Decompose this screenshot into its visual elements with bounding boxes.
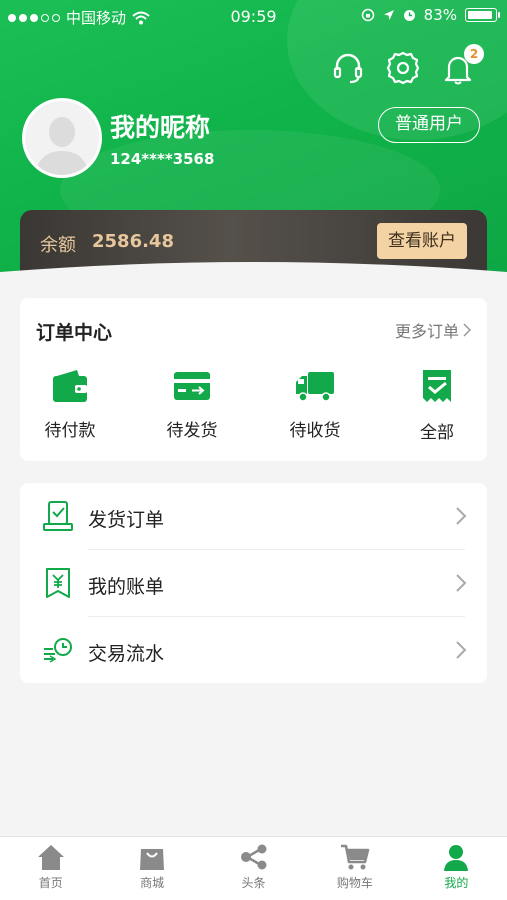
transaction-flow-icon bbox=[44, 638, 72, 663]
balance-value: 2586.48 bbox=[92, 231, 174, 252]
delivery-order-icon bbox=[43, 501, 73, 531]
bill-icon bbox=[46, 568, 70, 598]
order-item-label: 待收货 bbox=[289, 421, 341, 441]
location-icon bbox=[383, 10, 394, 20]
bottom-tab-bar: 首页 商城 头条 购物车 我的 bbox=[0, 836, 507, 900]
tab-label: 首页 bbox=[38, 876, 63, 890]
customer-service-icon[interactable] bbox=[330, 50, 366, 86]
menu-item-label: 发货订单 bbox=[88, 509, 165, 531]
order-pending-payment[interactable]: 待付款 bbox=[25, 368, 115, 441]
more-orders-label: 更多订单 bbox=[394, 322, 459, 341]
checklist-icon bbox=[423, 370, 451, 402]
menu-card: 发货订单 我的账单 交易流水 bbox=[20, 483, 487, 683]
battery-percent: 83% bbox=[423, 6, 457, 24]
notification-badge: 2 bbox=[464, 44, 484, 64]
avatar[interactable] bbox=[22, 98, 102, 178]
balance-label: 余额 bbox=[40, 235, 76, 256]
tab-label: 购物车 bbox=[336, 876, 373, 890]
wallet-icon bbox=[53, 370, 87, 402]
menu-item-label: 交易流水 bbox=[88, 643, 165, 665]
order-center-card: 订单中心 更多订单 待付款 待发货 待收货 全部 bbox=[20, 298, 487, 461]
order-item-label: 待付款 bbox=[44, 421, 96, 441]
view-account-button[interactable]: 查看账户 bbox=[377, 223, 467, 259]
shipping-card-icon bbox=[174, 372, 210, 400]
order-pending-receipt[interactable]: 待收货 bbox=[270, 368, 360, 441]
nickname[interactable]: 我的昵称 bbox=[110, 108, 210, 144]
home-icon bbox=[37, 845, 64, 870]
tab-home[interactable]: 首页 bbox=[0, 837, 101, 900]
cart-icon bbox=[340, 844, 370, 870]
tab-label: 商城 bbox=[140, 876, 165, 890]
orientation-lock-icon bbox=[361, 8, 374, 22]
header-curve bbox=[0, 262, 507, 302]
order-all[interactable]: 全部 bbox=[392, 368, 482, 443]
menu-item-my-bills[interactable]: 我的账单 bbox=[20, 550, 487, 616]
order-pending-shipment[interactable]: 待发货 bbox=[147, 368, 237, 441]
truck-icon bbox=[296, 372, 334, 402]
chevron-right-icon bbox=[456, 507, 467, 525]
user-icon bbox=[444, 845, 469, 871]
user-type-button[interactable]: 普通用户 bbox=[378, 107, 480, 143]
more-orders-link[interactable]: 更多订单 bbox=[395, 318, 471, 342]
tab-mall[interactable]: 商城 bbox=[101, 837, 202, 900]
menu-item-transaction-flow[interactable]: 交易流水 bbox=[20, 617, 487, 683]
phone-number: 124****3568 bbox=[110, 150, 215, 168]
tab-headlines[interactable]: 头条 bbox=[203, 837, 304, 900]
tab-label: 头条 bbox=[241, 876, 266, 890]
chevron-right-icon bbox=[456, 574, 467, 592]
order-item-label: 全部 bbox=[420, 423, 454, 443]
menu-item-delivery-orders[interactable]: 发货订单 bbox=[20, 483, 487, 549]
chevron-right-icon bbox=[463, 323, 471, 337]
order-item-label: 待发货 bbox=[166, 421, 218, 441]
menu-item-label: 我的账单 bbox=[88, 576, 165, 598]
battery-icon bbox=[465, 8, 500, 22]
tab-cart[interactable]: 购物车 bbox=[304, 837, 405, 900]
notification-button[interactable]: 2 bbox=[440, 44, 484, 86]
default-avatar-icon bbox=[25, 101, 99, 175]
shopping-bag-icon bbox=[140, 849, 165, 870]
chevron-right-icon bbox=[456, 641, 467, 659]
share-icon bbox=[240, 844, 267, 870]
tab-mine[interactable]: 我的 bbox=[406, 837, 507, 900]
settings-gear-icon[interactable] bbox=[385, 50, 421, 86]
alarm-icon bbox=[403, 9, 415, 21]
tab-label: 我的 bbox=[444, 876, 469, 890]
status-bar: 中国移动 09:59 83% bbox=[0, 0, 507, 32]
order-center-title: 订单中心 bbox=[36, 322, 113, 344]
